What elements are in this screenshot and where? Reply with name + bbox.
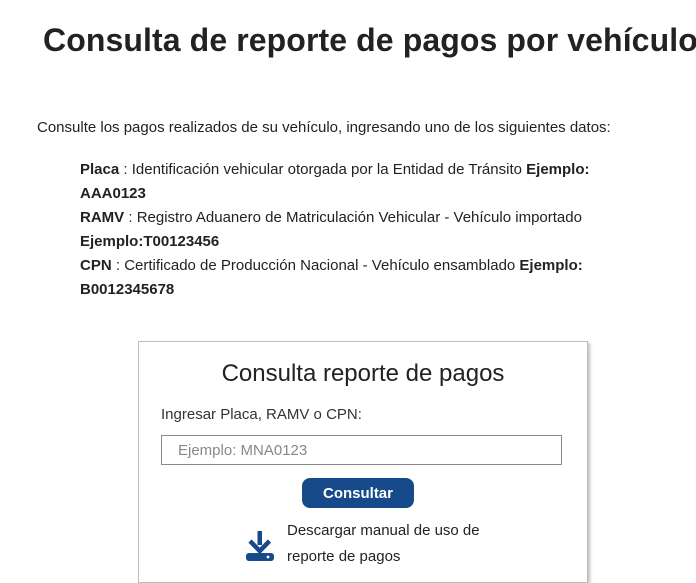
identifier-definitions: Placa : Identificación vehicular otorgad… xyxy=(80,158,640,302)
separator: : xyxy=(111,257,125,274)
example-ramv: Ejemplo:T00123456 xyxy=(80,233,220,250)
page-title: Consulta de reporte de pagos por vehícul… xyxy=(43,22,696,58)
desc-cpn: Certificado de Producción Nacional - Veh… xyxy=(124,257,520,274)
search-input[interactable] xyxy=(161,435,562,465)
manual-line-1: Descargar manual de uso de xyxy=(287,522,480,539)
search-label: Ingresar Placa, RAMV o CPN: xyxy=(161,406,362,423)
separator: : xyxy=(119,161,132,178)
example-label-placa: Ejemplo: xyxy=(526,161,590,178)
intro-text: Consulte los pagos realizados de su vehí… xyxy=(37,119,611,136)
definition-ramv: RAMV : Registro Aduanero de Matriculació… xyxy=(80,206,640,230)
payment-report-form: Consulta reporte de pagos Ingresar Placa… xyxy=(138,341,588,583)
download-manual-link[interactable]: Descargar manual de uso de reporte de pa… xyxy=(243,518,507,570)
consult-button[interactable]: Consultar xyxy=(302,478,414,508)
manual-line-2: reporte de pagos xyxy=(287,548,401,565)
download-icon xyxy=(243,529,277,563)
desc-placa: Identificación vehicular otorgada por la… xyxy=(131,161,527,178)
desc-ramv: Registro Aduanero de Matriculación Vehic… xyxy=(136,209,582,226)
example-value-placa: AAA0123 xyxy=(80,185,146,202)
term-cpn: CPN xyxy=(80,257,112,274)
term-placa: Placa xyxy=(80,161,120,178)
definition-placa: Placa : Identificación vehicular otorgad… xyxy=(80,158,640,182)
form-title: Consulta reporte de pagos xyxy=(221,360,505,387)
example-value-cpn: B0012345678 xyxy=(80,281,175,298)
download-manual-text: Descargar manual de uso de reporte de pa… xyxy=(287,518,507,570)
term-ramv: RAMV xyxy=(80,209,125,226)
separator: : xyxy=(124,209,137,226)
definition-cpn: CPN : Certificado de Producción Nacional… xyxy=(80,254,640,278)
example-label-cpn: Ejemplo: xyxy=(519,257,583,274)
